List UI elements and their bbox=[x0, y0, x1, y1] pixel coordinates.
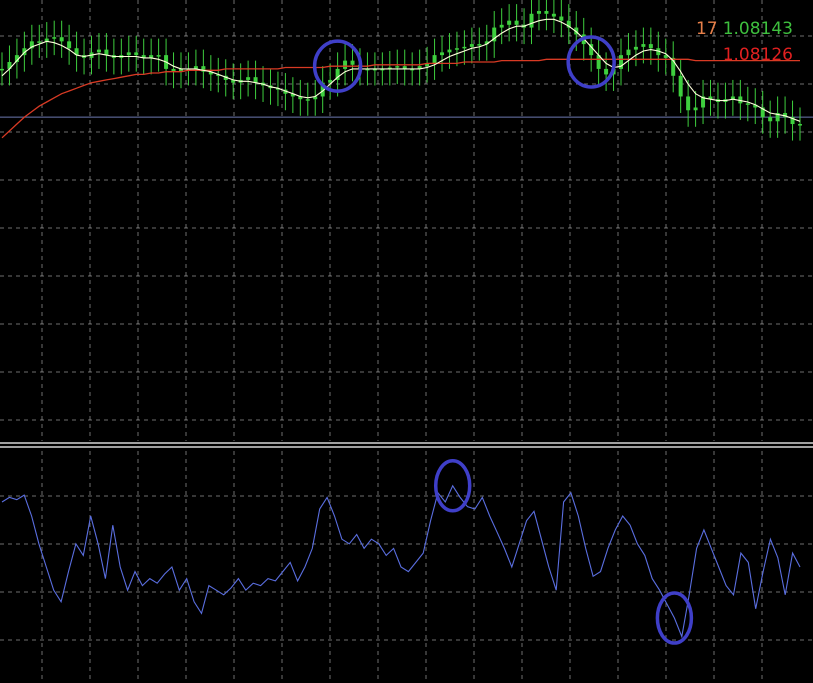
period-label: 17 bbox=[695, 19, 718, 39]
candle-body bbox=[253, 77, 258, 83]
candle-body bbox=[641, 44, 646, 47]
candle-body bbox=[67, 41, 72, 49]
candle-body bbox=[440, 52, 445, 56]
candle-body bbox=[37, 41, 42, 43]
fast-ma-value-label: 1.08143 bbox=[722, 19, 793, 39]
oscillator-line bbox=[1, 484, 801, 639]
candle-body bbox=[648, 44, 653, 49]
candle-body bbox=[768, 117, 773, 122]
candle-body bbox=[0, 68, 4, 71]
candle-body bbox=[477, 44, 482, 46]
candle-body bbox=[454, 48, 459, 50]
candle-body bbox=[52, 37, 57, 39]
candle-body bbox=[350, 60, 355, 65]
candle-body bbox=[134, 52, 139, 56]
candle-body bbox=[499, 24, 504, 28]
candle-body bbox=[551, 13, 556, 17]
candle-body bbox=[745, 103, 750, 105]
candle-body bbox=[686, 96, 691, 111]
candle-body bbox=[544, 11, 549, 14]
candle-body bbox=[305, 99, 310, 101]
candle-body bbox=[626, 49, 631, 56]
candle-body bbox=[678, 75, 683, 97]
candle-body bbox=[96, 49, 101, 53]
candle-body bbox=[432, 55, 437, 64]
candle-body bbox=[798, 124, 802, 126]
trading-chart: 17 1.08143 1.08126 bbox=[0, 0, 813, 683]
candle-body bbox=[462, 46, 467, 49]
candle-body bbox=[395, 66, 400, 68]
candle-body bbox=[469, 44, 474, 47]
candle-body bbox=[693, 107, 698, 111]
price-label-area: 17 1.08143 1.08126 bbox=[696, 16, 793, 68]
slow-ma-value-label: 1.08126 bbox=[722, 45, 793, 65]
chart-canvas bbox=[0, 0, 813, 683]
candle-body bbox=[514, 20, 519, 25]
candle-body bbox=[604, 68, 609, 75]
candle-body bbox=[126, 52, 131, 56]
candle-body bbox=[559, 16, 564, 21]
candle-body bbox=[246, 77, 251, 80]
candle-body bbox=[343, 60, 348, 69]
candle-body bbox=[507, 20, 512, 25]
candle-body bbox=[59, 37, 64, 42]
candle-body bbox=[536, 11, 541, 14]
candle-body bbox=[156, 55, 161, 57]
candle-body bbox=[447, 49, 452, 53]
candle-body bbox=[529, 13, 534, 28]
candle-body bbox=[633, 46, 638, 50]
